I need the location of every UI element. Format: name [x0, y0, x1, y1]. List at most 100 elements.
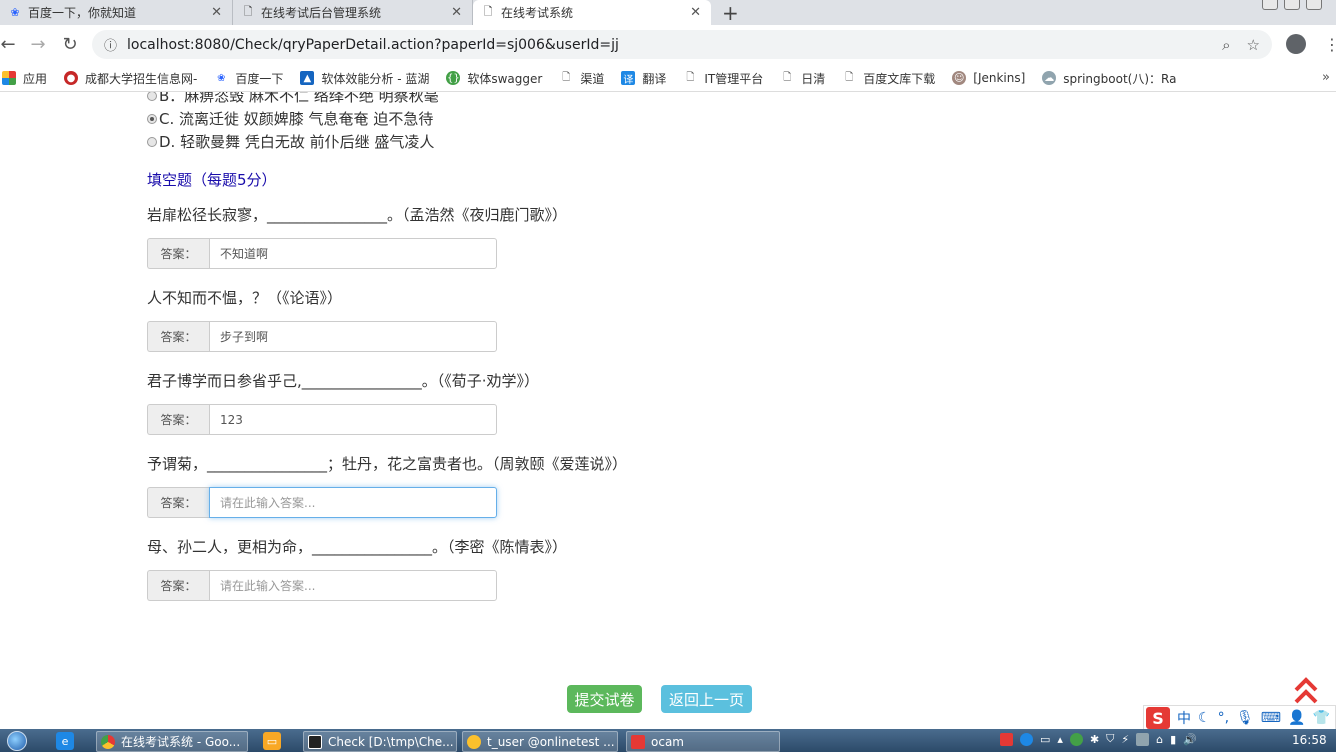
keyboard-icon[interactable]: ⌨ [1261, 710, 1281, 726]
bookmark-chengdu-university[interactable]: ● 成都大学招生信息网- [64, 70, 197, 87]
answer-group: 答案： [147, 321, 497, 352]
answer-input[interactable] [209, 404, 497, 435]
close-window-button[interactable] [1306, 0, 1322, 10]
taskbar-task-navicat[interactable]: t_user @onlinetest ... [462, 731, 618, 752]
answer-input-focused[interactable] [209, 487, 497, 518]
sogou-tray-icon[interactable] [1000, 732, 1013, 746]
answer-input[interactable] [209, 238, 497, 269]
cloud-icon: ☁ [1042, 71, 1057, 85]
task-label: Check [D:\tmp\Che... [328, 734, 454, 749]
question-text: 母、孙二人，更相为命，________________。（李密《陈情表》） [147, 538, 568, 556]
option-text: D. 轻歌曼舞 凭白无故 前仆后继 盛气凌人 [159, 133, 435, 151]
tab-strip: ❀ 百度一下，你就知道 ✕ 🗋 在线考试后台管理系统 ✕ 🗋 在线考试系统 ✕ … [0, 0, 1336, 25]
chrome-icon [101, 734, 115, 749]
new-tab-button[interactable]: + [722, 1, 739, 25]
bookmark-label: 软体效能分析 - 蓝湖 [321, 71, 430, 86]
address-bar[interactable]: ⓘ localhost:8080/Check/qryPaperDetail.ac… [92, 30, 1272, 59]
clock[interactable]: 16:58 [1292, 733, 1327, 747]
bookmark-it-platform[interactable]: 🗋 IT管理平台 [683, 70, 763, 87]
menu-dots-icon[interactable]: ⋮ [1324, 35, 1336, 54]
show-hidden-icon[interactable]: ▴ [1057, 733, 1063, 746]
choice-option-b[interactable]: B．麻痹恣毁 麻木不仁 络绎不绝 明察秋毫 [147, 92, 439, 106]
ime-mode[interactable]: 中 [1177, 708, 1191, 728]
bookmark-label: [Jenkins] [973, 71, 1026, 85]
taskbar-task-chrome[interactable]: 在线考试系统 - Goo... [96, 731, 248, 752]
radio-button-selected[interactable] [147, 113, 157, 124]
star-icon[interactable]: ☆ [1247, 36, 1260, 54]
radio-button[interactable] [147, 136, 157, 147]
windows-logo-icon [7, 730, 27, 751]
moon-icon[interactable]: ☾ [1198, 710, 1211, 726]
answer-input[interactable] [209, 321, 497, 352]
paw-icon: ❀ [10, 6, 20, 19]
close-icon[interactable]: ✕ [451, 5, 462, 20]
question-text: 人不知而不愠，？（《论语》） [147, 289, 343, 307]
forward-arrow-icon[interactable]: → [22, 34, 54, 55]
task-label: 在线考试系统 - Goo... [121, 735, 241, 749]
tab-title: 在线考试后台管理系统 [261, 6, 382, 20]
volume-icon[interactable]: 🔊 [1183, 733, 1197, 746]
folder-icon[interactable]: ▭ [263, 732, 281, 750]
microphone-icon[interactable]: 🎙 [1236, 710, 1254, 726]
answer-label: 答案： [147, 487, 209, 518]
bookmark-label: 百度文库下载 [863, 71, 936, 86]
tab-exam-system[interactable]: 🗋 在线考试系统 ✕ [473, 0, 711, 25]
more-bookmarks-icon[interactable]: » [1322, 70, 1330, 85]
jenkins-icon: ☺ [952, 71, 967, 85]
bookmark-label: 软体swagger [467, 71, 543, 86]
reload-icon[interactable]: ↻ [54, 34, 86, 55]
bookmark-label: 应用 [23, 71, 48, 86]
flash-icon[interactable]: ⚡ [1121, 733, 1129, 746]
shield-icon[interactable]: ⛉ [1106, 732, 1114, 746]
translate-icon: 译 [621, 71, 636, 86]
bookmark-baidu[interactable]: ❀ 百度一下 [214, 70, 283, 87]
taskbar-task-ocam[interactable]: ocam [626, 731, 780, 752]
user-icon[interactable]: 👤 [1288, 710, 1305, 726]
bookmark-riqing[interactable]: 🗋 日清 [780, 70, 825, 87]
bookmark-swagger[interactable]: {} 软体swagger [446, 70, 542, 87]
usb-icon[interactable]: ⌂ [1156, 733, 1163, 746]
system-tray: ▭ ▴ ✱ ⛉ ⚡ ⌂ ▮ 🔊 [1000, 732, 1197, 746]
bookmark-jenkins[interactable]: ☺ [Jenkins] [952, 71, 1025, 85]
taskbar-task-intellij[interactable]: Check [D:\tmp\Che... [303, 731, 457, 752]
close-icon[interactable]: ✕ [690, 5, 701, 20]
help-icon[interactable] [1020, 732, 1033, 746]
bluetooth-icon[interactable]: ✱ [1090, 733, 1099, 746]
tab-admin-system[interactable]: 🗋 在线考试后台管理系统 ✕ [233, 0, 473, 25]
start-button[interactable] [0, 729, 34, 752]
bookmark-channel[interactable]: 🗋 渠道 [559, 70, 604, 87]
answer-input[interactable] [209, 570, 497, 601]
bookmark-wenku[interactable]: 🗋 百度文库下载 [842, 70, 935, 87]
page-icon: 🗋 [686, 71, 695, 83]
app-tray-icon[interactable] [1136, 732, 1150, 746]
choice-option-d[interactable]: D. 轻歌曼舞 凭白无故 前仆后继 盛气凌人 [147, 131, 434, 152]
back-to-top-icon[interactable] [1293, 676, 1319, 706]
close-icon[interactable]: ✕ [211, 5, 222, 20]
apps-grid-icon [2, 71, 16, 85]
go-back-button[interactable]: 返回上一页 [661, 685, 752, 713]
punctuation-icon[interactable]: °, [1218, 710, 1229, 726]
sogou-logo-icon[interactable]: S [1146, 707, 1170, 729]
network-icon[interactable]: ▮ [1170, 733, 1176, 746]
submit-exam-button[interactable]: 提交试卷 [567, 685, 642, 713]
info-icon[interactable]: ⓘ [104, 35, 117, 54]
display-icon[interactable]: ▭ [1040, 733, 1050, 746]
minimize-button[interactable] [1262, 0, 1278, 10]
profile-avatar-icon[interactable] [1286, 34, 1306, 54]
tab-baidu[interactable]: ❀ 百度一下，你就知道 ✕ [0, 0, 233, 25]
bookmark-translate[interactable]: 译 翻译 [621, 70, 666, 87]
zoom-search-icon[interactable]: ⌕ [1222, 36, 1230, 54]
bookmark-lanhu[interactable]: ▲ 软体效能分析 - 蓝湖 [300, 70, 429, 87]
maximize-button[interactable] [1284, 0, 1300, 10]
ime-toolbar: S 中 ☾ °, 🎙 ⌨ 👤 👕 [1143, 705, 1336, 731]
bookmark-apps[interactable]: 应用 [2, 70, 47, 87]
intellij-icon [308, 734, 322, 749]
wechat-icon[interactable] [1069, 732, 1083, 746]
ie-icon[interactable]: e [56, 732, 74, 750]
back-arrow-icon[interactable]: ← [0, 34, 24, 55]
choice-option-c[interactable]: C. 流离迁徙 奴颜婢膝 气息奄奄 迫不急待 [147, 108, 433, 129]
page-icon: 🗋 [243, 5, 253, 18]
radio-button[interactable] [147, 92, 157, 101]
shirt-icon[interactable]: 👕 [1312, 710, 1329, 726]
bookmark-springboot[interactable]: ☁ springboot(八)：Ra [1042, 70, 1176, 87]
